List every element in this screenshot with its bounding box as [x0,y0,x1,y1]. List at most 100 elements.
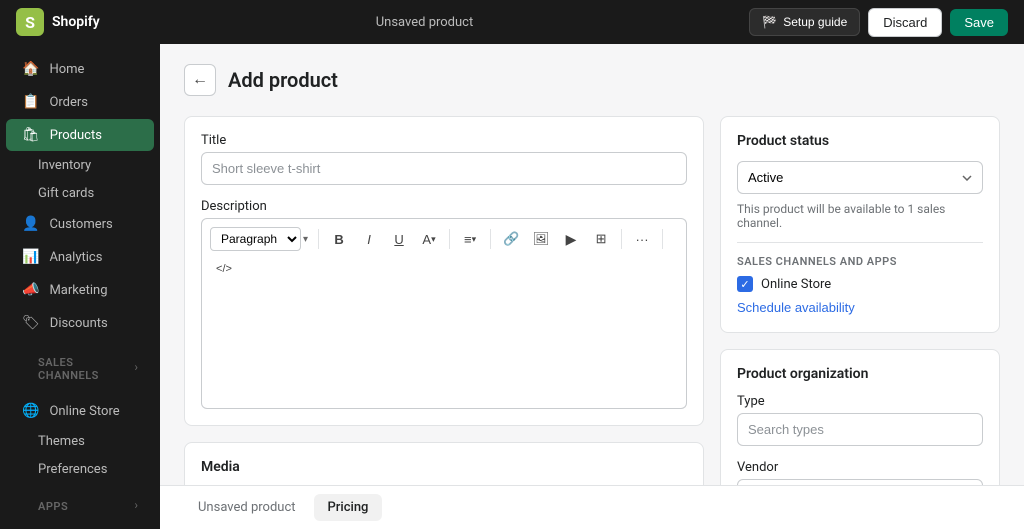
sales-channels-section[interactable]: Sales channels › [6,340,154,394]
chevron-icon: › [134,360,138,374]
title-field-group: Title [201,133,687,185]
page-header: ← Add product [184,64,1000,96]
online-store-label: Online Store [761,277,831,292]
flag-icon: 🏁 [762,15,777,29]
orders-icon: 📋 [22,94,39,110]
expand-icon: › [134,498,138,512]
type-section: Type [737,394,983,446]
sidebar-sub-label: Gift cards [38,186,94,201]
sidebar-item-label: Analytics [49,250,102,265]
apps-section[interactable]: Apps › [6,484,154,525]
paragraph-select[interactable]: Paragraph [210,227,301,251]
sidebar-item-online-store[interactable]: 🌐 Online Store [6,395,154,427]
brand: S Shopify [16,8,100,36]
sidebar-item-label: Home [49,62,84,77]
back-button[interactable]: ← [184,64,216,96]
chevron-color-icon: ▾ [431,234,436,245]
type-input[interactable] [737,413,983,446]
page-status: Unsaved product [376,15,474,30]
align-button[interactable]: ≡ ▾ [456,225,484,253]
sidebar-item-customers[interactable]: 👤 Customers [6,208,154,240]
status-desc: This product will be available to 1 sale… [737,202,983,230]
image-button[interactable]: 🖼 [527,225,555,253]
description-field-group: Description Paragraph ▾ B I U [201,199,687,409]
online-store-checkbox-row: Online Store [737,276,983,292]
discard-button[interactable]: Discard [868,8,942,37]
sidebar-item-label: Discounts [50,316,108,331]
more-button[interactable]: ··· [628,225,656,253]
sidebar-item-discounts[interactable]: 🏷 Discounts [6,307,154,339]
setup-guide-button[interactable]: 🏁 Setup guide [749,8,860,36]
side-column: Product status Active Draft This product… [720,116,1000,485]
description-label: Description [201,199,687,214]
online-store-checkbox[interactable] [737,276,753,292]
marketing-icon: 📣 [22,282,39,298]
table-button[interactable]: ⊞ [587,225,615,253]
schedule-availability-button[interactable]: Schedule availability [737,300,855,315]
toolbar-divider-2 [449,229,450,249]
sales-channels-apps-label: SALES CHANNELS AND APPS [737,255,983,268]
description-editor[interactable] [201,289,687,409]
chevron-align-icon: ▾ [472,234,477,245]
sidebar-item-products[interactable]: 🛍 Products [6,119,154,151]
sidebar-sub-label: Inventory [38,158,91,173]
sidebar-sub-label: Preferences [38,462,107,477]
products-icon: 🛍 [22,127,40,143]
link-button[interactable]: 🔗 [497,225,525,253]
type-label: Type [737,394,983,409]
bottom-nav: Unsaved product Pricing [160,485,1024,529]
sales-channels-label: Sales channels [22,348,134,386]
product-status-select[interactable]: Active Draft [737,161,983,194]
sidebar-item-preferences[interactable]: Preferences [6,456,154,483]
topnav: S Shopify Unsaved product 🏁 Setup guide … [0,0,1024,44]
main-column: Title Description Paragraph ▾ [184,116,704,485]
sidebar-item-label: Products [50,128,102,143]
sidebar-item-label: Orders [49,95,88,110]
online-store-icon: 🌐 [22,403,39,419]
chevron-down-icon: ▾ [303,234,308,245]
sidebar-item-home[interactable]: 🏠 Home [6,53,154,85]
product-status-title: Product status [737,133,983,149]
sidebar-item-inventory[interactable]: Inventory [6,152,154,179]
bottom-nav-item-pricing[interactable]: Pricing [314,494,383,521]
sidebar-item-themes[interactable]: Themes [6,428,154,455]
sidebar-item-label: Customers [49,217,112,232]
customers-icon: 👤 [22,216,39,232]
text-color-button[interactable]: A ▾ [415,225,443,253]
app-layout: 🏠 Home 📋 Orders 🛍 Products Inventory Gif… [0,44,1024,529]
shopify-logo-icon: S [16,8,44,36]
toolbar-divider-5 [662,229,663,249]
analytics-icon: 📊 [22,249,39,265]
italic-button[interactable]: I [355,225,383,253]
home-icon: 🏠 [22,61,39,77]
sidebar-item-label: Online Store [49,404,119,419]
sidebar-item-analytics[interactable]: 📊 Analytics [6,241,154,273]
bottom-nav-item-unsaved[interactable]: Unsaved product [184,494,310,521]
sidebar-item-marketing[interactable]: 📣 Marketing [6,274,154,306]
vendor-section: Vendor [737,460,983,485]
product-org-title: Product organization [737,366,983,382]
save-button[interactable]: Save [950,9,1008,36]
sidebar: 🏠 Home 📋 Orders 🛍 Products Inventory Gif… [0,44,160,529]
code-button[interactable]: </> [210,255,238,283]
sidebar-sub-label: Themes [38,434,85,449]
toolbar-divider [318,229,319,249]
editor-toolbar: Paragraph ▾ B I U A ▾ [201,218,687,289]
title-input[interactable] [201,152,687,185]
sidebar-item-orders[interactable]: 📋 Orders [6,86,154,118]
back-icon: ← [192,71,208,89]
underline-button[interactable]: U [385,225,413,253]
apps-label: Apps [22,492,84,517]
media-card-title: Media [201,459,687,475]
media-card: Media Add files Add from URL Accepts ima… [184,442,704,485]
content-grid: Title Description Paragraph ▾ [184,116,1000,485]
discounts-icon: 🏷 [22,315,40,331]
bold-button[interactable]: B [325,225,353,253]
vendor-label: Vendor [737,460,983,475]
main-content: ← Add product Title Description [160,44,1024,485]
toolbar-divider-3 [490,229,491,249]
title-label: Title [201,133,687,148]
video-button[interactable]: ▶ [557,225,585,253]
sidebar-item-gift-cards[interactable]: Gift cards [6,180,154,207]
product-org-card: Product organization Type Vendor Tags [720,349,1000,485]
